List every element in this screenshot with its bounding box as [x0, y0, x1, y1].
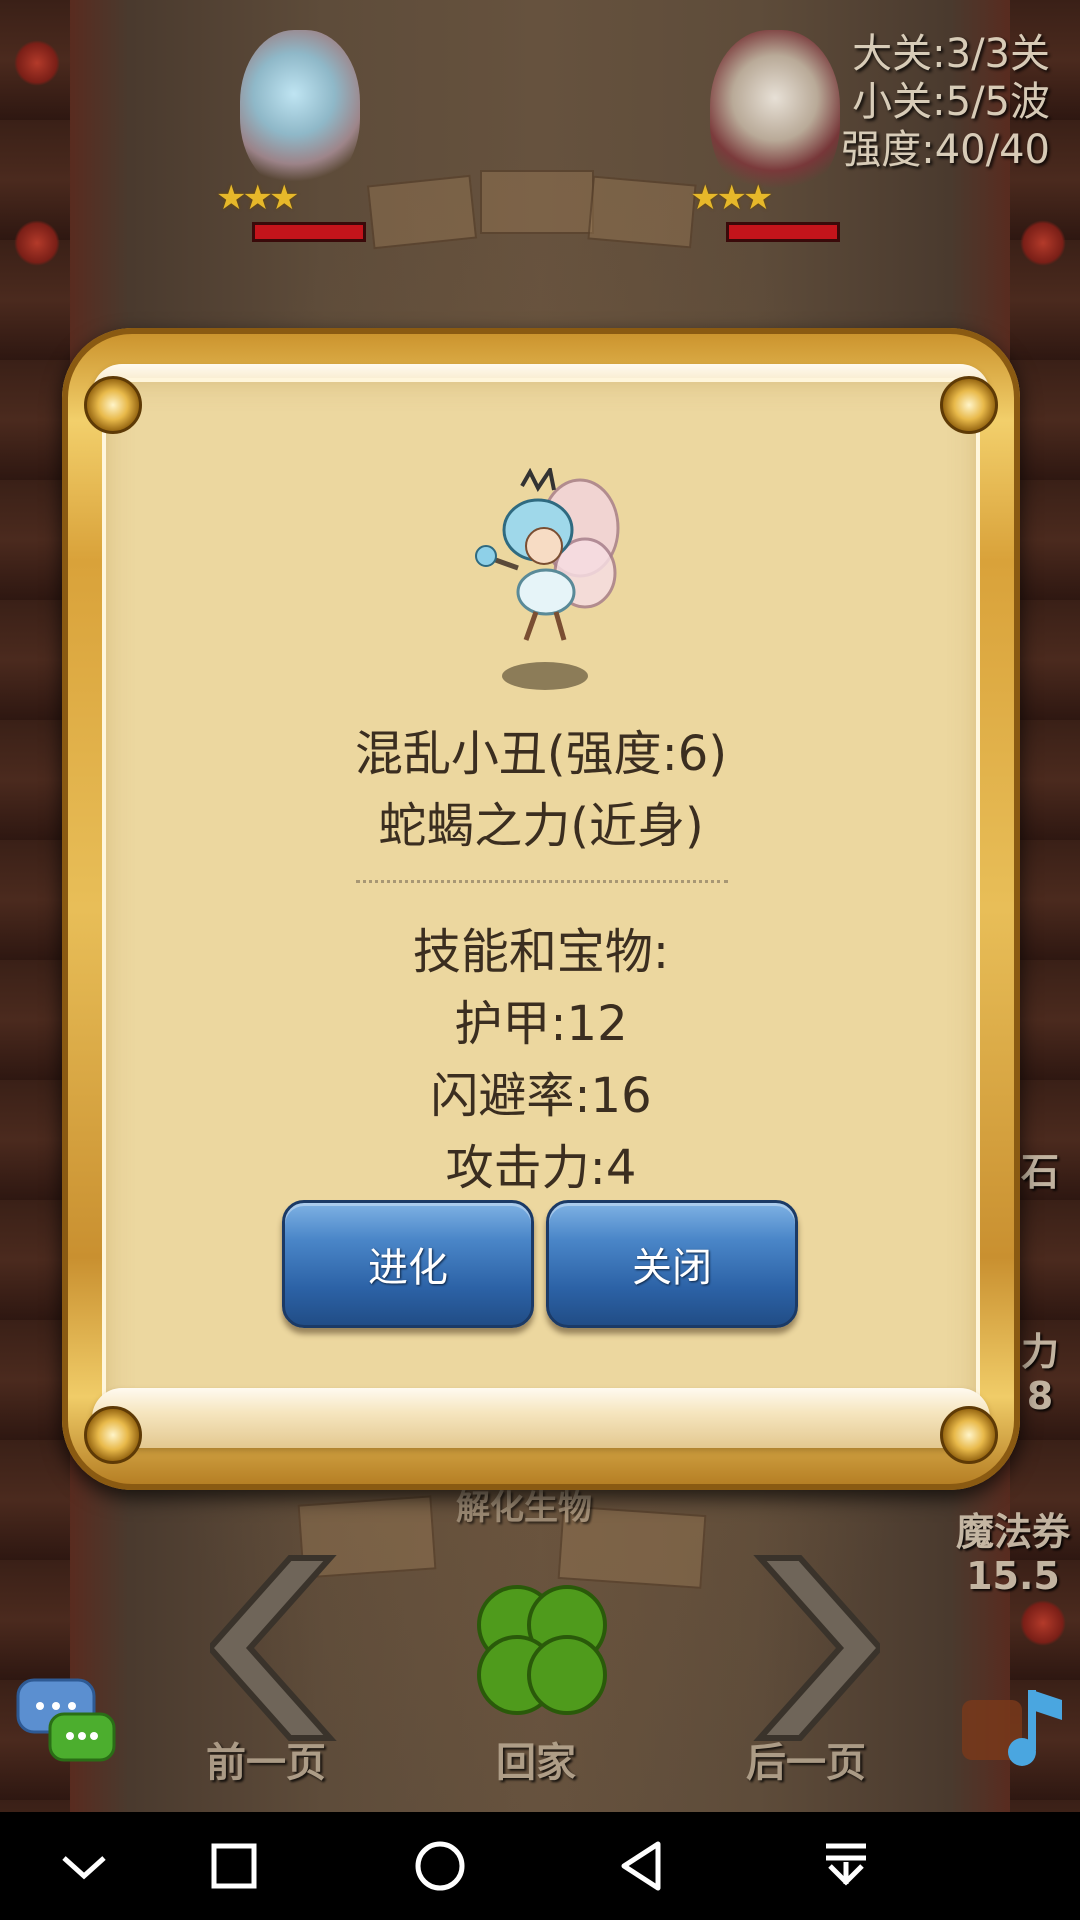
close-button[interactable]: 关闭 [546, 1200, 798, 1328]
strength-text: 强度:40/40 [841, 127, 1050, 173]
circle-icon[interactable] [410, 1836, 470, 1896]
pull-down-icon[interactable] [816, 1836, 876, 1896]
dotted-divider [356, 880, 728, 883]
prev-page-button[interactable]: 前一页 [206, 1730, 326, 1788]
fairy-unit-portrait [475, 468, 620, 641]
section-header: 技能和宝物: [412, 924, 670, 980]
magic-ticket-label: 魔法券 [955, 1510, 1070, 1554]
unit-hp-bar [252, 222, 366, 242]
scroll-curl-decoration [940, 376, 998, 434]
unit-title: 混乱小丑(强度:6) [354, 726, 728, 782]
stat-armor: 护甲:12 [454, 996, 628, 1052]
stat-attack: 攻击力:4 [445, 1140, 637, 1196]
floor-tile [587, 175, 697, 249]
clover-icon[interactable] [462, 1580, 622, 1730]
chevron-down-icon[interactable] [54, 1836, 114, 1896]
scroll-curl-decoration [940, 1406, 998, 1464]
portrait-shadow [502, 662, 588, 690]
flower-decoration [14, 220, 60, 266]
flower-decoration [14, 40, 60, 86]
home-button[interactable]: 回家 [496, 1730, 576, 1788]
square-icon[interactable] [204, 1836, 264, 1896]
unit-stars: ★★★ [216, 178, 299, 218]
triangle-back-icon[interactable] [612, 1836, 672, 1896]
prev-arrow-icon[interactable] [210, 1548, 340, 1748]
left-pillar [0, 0, 70, 1812]
floor-tile [366, 174, 478, 250]
next-arrow-icon[interactable] [750, 1548, 880, 1748]
scroll-curl-decoration [84, 376, 142, 434]
scroll-bottom-roll [92, 1388, 990, 1448]
flower-decoration [1020, 1600, 1066, 1646]
goblin-unit-sprite[interactable] [710, 30, 840, 200]
unit-subtitle: 蛇蝎之力(近身) [378, 798, 704, 854]
big-stage-text: 大关:3/3关 [852, 31, 1050, 77]
evolve-button[interactable]: 进化 [282, 1200, 534, 1328]
unit-info-dialog: 混乱小丑(强度:6) 蛇蝎之力(近身) 技能和宝物: 护甲:12 闪避率:16 … [62, 328, 1020, 1490]
stat-dodge: 闪避率:16 [430, 1068, 652, 1124]
flower-decoration [1020, 220, 1066, 266]
music-icon[interactable] [962, 1680, 1072, 1780]
next-page-button[interactable]: 后一页 [746, 1730, 866, 1788]
fairy-unit-sprite[interactable] [240, 30, 360, 190]
small-stage-text: 小关:5/5波 [852, 79, 1050, 125]
stage-info: 大关:3/3关 小关:5/5波 强度:40/40 [841, 30, 1050, 174]
floor-tile [480, 170, 594, 234]
unit-hp-bar [726, 222, 840, 242]
magic-ticket-value: 15.5 [966, 1554, 1060, 1598]
scroll-curl-decoration [84, 1406, 142, 1464]
chat-bubbles-icon[interactable] [16, 1676, 116, 1772]
system-nav-bar [0, 1812, 1080, 1920]
unit-stars: ★★★ [690, 178, 773, 218]
magic-ticket-badge[interactable]: 魔法券 15.5 [948, 1510, 1078, 1598]
